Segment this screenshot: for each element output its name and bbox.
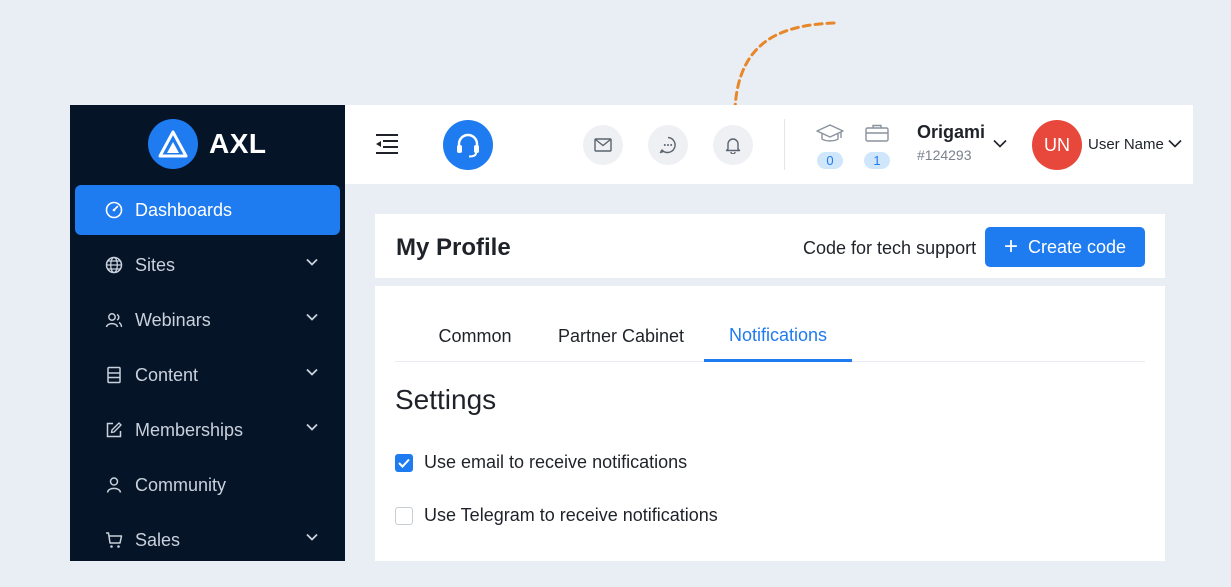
create-code-button[interactable]: + Create code	[985, 227, 1145, 267]
edit-icon	[105, 421, 123, 439]
tab-common[interactable]: Common	[415, 311, 535, 361]
top-header: 0 1 Origami #124293 UN User Name	[345, 105, 1193, 184]
profile-content-card: Common Partner Cabinet Notifications Set…	[375, 286, 1165, 561]
chevron-down-icon	[306, 533, 318, 541]
briefcase-icon	[865, 124, 889, 142]
sidebar-item-label: Content	[135, 364, 199, 385]
sidebar-item-content[interactable]: Content	[75, 350, 340, 400]
sidebar: AXL Dashboards Sites Webinars Content Me…	[70, 105, 345, 561]
chevron-down-icon[interactable]	[993, 139, 1007, 148]
messages-button[interactable]	[583, 125, 623, 165]
chat-icon	[659, 136, 676, 154]
collapse-menu-icon[interactable]	[375, 133, 399, 160]
telegram-notifications-label: Use Telegram to receive notifications	[424, 505, 718, 525]
profile-header-card: My Profile Code for tech support + Creat…	[375, 214, 1165, 278]
document-icon	[105, 366, 123, 384]
chevron-down-icon	[306, 368, 318, 376]
profile-tabs: Common Partner Cabinet Notifications	[395, 311, 1145, 362]
dashboard-icon	[105, 201, 123, 219]
chevron-down-icon	[306, 313, 318, 321]
sidebar-item-sites[interactable]: Sites	[75, 240, 340, 290]
chat-button[interactable]	[648, 125, 688, 165]
mail-icon	[594, 138, 612, 152]
brand-logo[interactable]: AXL	[148, 119, 267, 169]
user-icon	[105, 476, 123, 494]
courses-count-badge: 0	[817, 152, 843, 169]
headset-icon	[457, 133, 479, 158]
org-id: #124293	[917, 147, 972, 163]
chevron-down-icon	[306, 423, 318, 431]
bell-icon	[725, 138, 741, 154]
user-name[interactable]: User Name	[1088, 136, 1164, 153]
products-count-badge: 1	[864, 152, 890, 169]
sidebar-item-webinars[interactable]: Webinars	[75, 295, 340, 345]
tech-support-label: Code for tech support	[803, 238, 977, 258]
sidebar-item-dashboards[interactable]: Dashboards	[75, 185, 340, 235]
tab-partner-cabinet[interactable]: Partner Cabinet	[541, 311, 701, 361]
organization-switcher[interactable]: Origami #124293	[917, 122, 985, 163]
chevron-down-icon	[306, 258, 318, 266]
support-headset-button[interactable]	[443, 120, 493, 170]
create-code-label: Create code	[1027, 236, 1127, 257]
settings-heading: Settings	[395, 384, 497, 415]
header-divider	[784, 119, 785, 170]
telegram-notifications-option[interactable]: Use Telegram to receive notifications	[395, 505, 718, 526]
page-title: My Profile	[396, 234, 511, 261]
brand-name: AXL	[209, 128, 267, 159]
sidebar-item-label: Community	[135, 474, 227, 495]
chevron-down-icon[interactable]	[1168, 139, 1182, 148]
sidebar-item-label: Sites	[135, 254, 176, 275]
sidebar-item-label: Sales	[135, 529, 181, 550]
notifications-button[interactable]	[713, 125, 753, 165]
email-notifications-checkbox[interactable]	[395, 453, 413, 472]
plus-icon: +	[1003, 233, 1018, 260]
sidebar-item-sales[interactable]: Sales	[75, 515, 340, 565]
telegram-notifications-checkbox[interactable]	[395, 506, 413, 525]
avatar[interactable]: UN	[1032, 120, 1082, 170]
courses-stat[interactable]: 0	[816, 123, 844, 170]
org-name: Origami	[917, 122, 986, 142]
axl-logo-icon	[148, 119, 198, 169]
products-stat[interactable]: 1	[863, 123, 891, 170]
sidebar-item-label: Memberships	[135, 419, 244, 440]
globe-icon	[105, 256, 123, 274]
sidebar-item-label: Dashboards	[135, 199, 233, 220]
sidebar-nav: Dashboards Sites Webinars Content Member…	[75, 185, 340, 570]
email-notifications-label: Use email to receive notifications	[424, 452, 688, 472]
sidebar-item-memberships[interactable]: Memberships	[75, 405, 340, 455]
cart-icon	[105, 531, 123, 549]
checkmark-icon	[398, 458, 410, 468]
tab-notifications[interactable]: Notifications	[704, 311, 852, 362]
users-icon	[105, 311, 123, 329]
email-notifications-option[interactable]: Use email to receive notifications	[395, 452, 687, 473]
sidebar-item-label: Webinars	[135, 309, 211, 330]
sidebar-item-community[interactable]: Community	[75, 460, 340, 510]
graduation-cap-icon	[816, 124, 844, 142]
